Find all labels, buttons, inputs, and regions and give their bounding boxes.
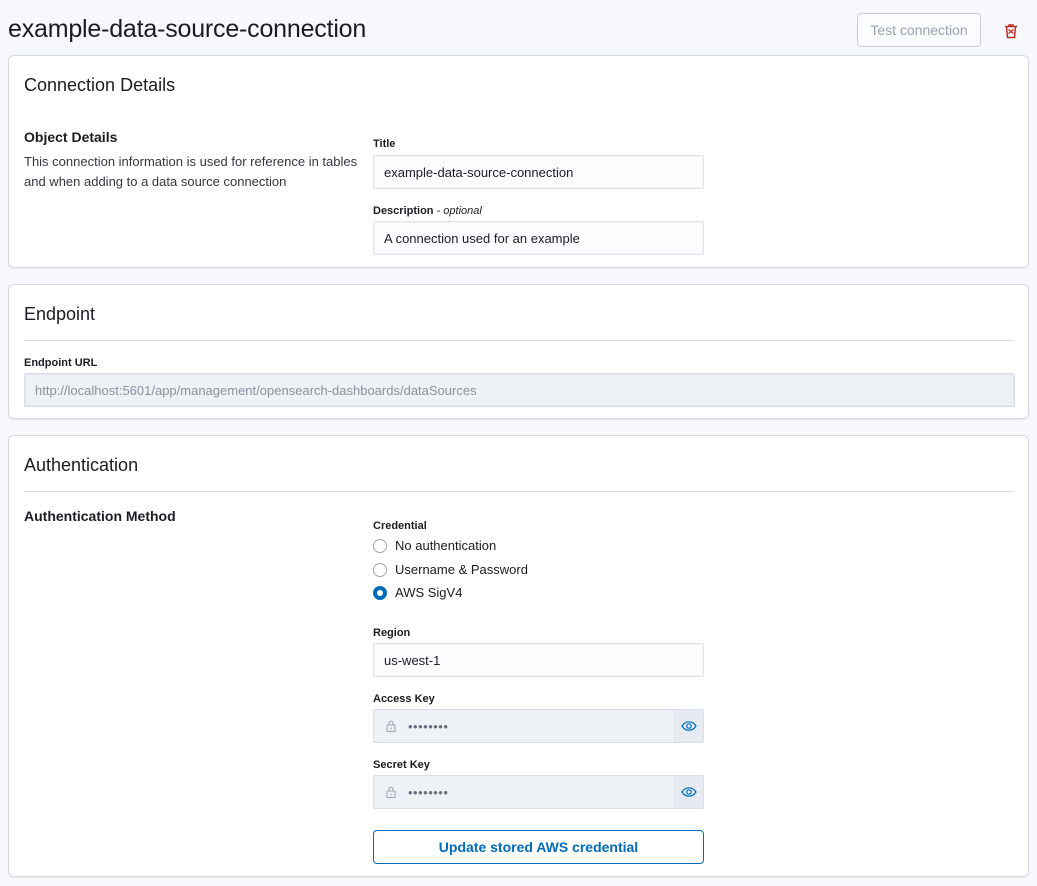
authentication-method-title: Authentication Method [24,508,176,524]
test-connection-button[interactable]: Test connection [857,13,981,47]
access-key-value: •••••••• [408,718,449,734]
radio-label: Username & Password [395,562,528,577]
update-aws-credential-button[interactable]: Update stored AWS credential [373,830,704,864]
region-input[interactable]: us-west-1 [373,643,704,677]
lock-icon [374,786,408,798]
title-input[interactable]: example-data-source-connection [373,155,704,189]
access-key-input: •••••••• [373,709,704,743]
optional-hint: - optional [436,205,482,217]
page-header: example-data-source-connection Test conn… [0,0,1037,54]
region-label: Region [373,627,411,639]
connection-details-heading: Connection Details [24,75,176,95]
trash-icon [1005,24,1017,39]
radio-aws-sigv4[interactable]: AWS SigV4 [373,585,462,600]
endpoint-url-input: http://localhost:5601/app/management/ope… [24,373,1015,407]
object-details-description: This connection information is used for … [24,154,358,189]
credential-label: Credential [373,520,427,532]
secret-key-value: •••••••• [408,784,449,800]
radio-label: AWS SigV4 [395,585,463,600]
eye-icon[interactable] [674,710,703,742]
endpoint-panel: Endpoint Endpoint URL http://localhost:5… [8,284,1029,419]
object-details-title: Object Details [24,129,118,145]
radio-username-password[interactable]: Username & Password [373,562,528,577]
endpoint-divider [24,340,1014,341]
eye-icon[interactable] [674,776,703,808]
lock-icon [374,720,408,732]
secret-key-input: •••••••• [373,775,704,809]
description-input[interactable]: A connection used for an example [373,221,704,255]
radio-button-selected[interactable] [373,585,387,600]
endpoint-heading: Endpoint [24,304,96,324]
connection-details-panel: Connection Details Object Details This c… [8,55,1029,268]
radio-no-auth[interactable]: No authentication [373,538,496,553]
access-key-label: Access Key [373,693,435,705]
description-label-text: Description [373,205,434,217]
radio-button[interactable] [373,538,387,553]
endpoint-url-label: Endpoint URL [24,357,98,369]
radio-button[interactable] [373,562,387,577]
authentication-panel: Authentication Authentication Method Cre… [8,435,1029,877]
page-title: example-data-source-connection [8,15,367,43]
secret-key-label: Secret Key [373,759,430,771]
radio-label: No authentication [395,538,497,553]
authentication-divider [24,491,1014,492]
title-label: Title [373,138,396,150]
delete-button[interactable] [1000,20,1022,42]
authentication-heading: Authentication [24,455,139,475]
description-label: Description - optional [373,205,482,217]
